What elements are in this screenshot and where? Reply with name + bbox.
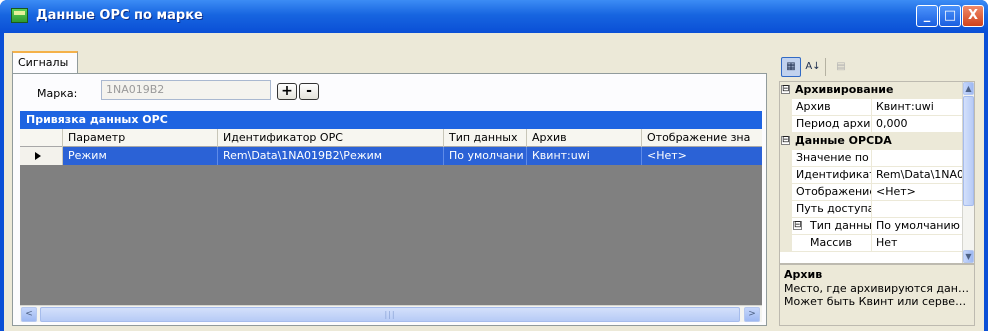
property-name[interactable]: Значение по у [792,150,872,167]
grid-horizontal-scrollbar[interactable]: < ||| > [20,305,762,322]
property-value[interactable]: По умолчанию [873,218,964,235]
property-category[interactable]: ⊟ Архивирование [780,82,964,99]
property-row[interactable]: Период архив 0,000 [780,116,964,133]
column-header-data-type[interactable]: Тип данных [444,129,527,147]
scroll-thumb[interactable]: ||| [40,307,740,322]
row-header-corner [20,129,63,147]
dialog-client-area: Сигналы Марка: 1NA019B2 + - Привязка дан… [4,33,984,331]
property-value[interactable]: Rem\Data\1NA01 [873,167,964,184]
property-grid-toolbar: ▦ A↓ ▤ [779,55,975,79]
scroll-up-button[interactable]: ▲ [963,82,974,95]
cell-parameter[interactable]: Режим [63,147,218,165]
property-value[interactable]: Нет [873,235,964,252]
property-name[interactable]: Путь доступа [792,201,872,218]
cell-archive[interactable]: Квинт:uwi [527,147,642,165]
window-title: Данные ОРС по марке [36,8,203,23]
row-gutter [780,201,792,218]
column-header-archive[interactable]: Архив [527,129,642,147]
minimize-button[interactable]: _ [916,5,938,27]
property-name[interactable]: Отображение [792,184,872,201]
property-row[interactable]: Значение по у [780,150,964,167]
dialog-window: Данные ОРС по марке _ □ X Сигналы Марка:… [0,0,988,331]
property-grid[interactable]: Массив Нет ⊟ Тип данных По умолчанию Путь дос… [779,81,975,264]
app-icon [11,8,28,23]
property-value[interactable] [873,201,964,218]
description-line: Место, где архивируются данные. [784,282,970,295]
cell-opc-id[interactable]: Rem\Data\1NA019B2\Режим [218,147,444,165]
scroll-left-button[interactable]: < [21,307,37,322]
collapse-icon[interactable]: ⊟ [781,85,790,94]
current-row-arrow-icon [20,147,63,165]
column-header-display[interactable]: Отображение зна [642,129,762,147]
property-name[interactable]: Период архив [792,116,872,133]
row-gutter [780,184,792,201]
marka-field[interactable]: 1NA019B2 [101,80,271,100]
property-row[interactable]: ИдентификатоRem\Data\1NA01 [780,167,964,184]
tab-signals[interactable]: Сигналы [12,51,78,73]
property-row[interactable]: Путь доступа [780,201,964,218]
property-row[interactable]: Архив Квинт:uwi [780,99,964,116]
marka-label: Марка: [37,87,78,100]
scroll-down-button[interactable]: ▼ [963,250,974,263]
row-gutter [780,116,792,133]
property-name[interactable]: Массив [792,235,872,252]
property-grid-scrollbar[interactable]: ▲ ▼ [962,82,974,263]
property-value[interactable] [873,150,964,167]
cell-display[interactable]: <Нет> [642,147,762,165]
property-row[interactable]: Массив Нет [780,235,964,252]
alphabetical-sort-icon[interactable]: A↓ [803,57,823,77]
toolbar-separator [825,58,826,76]
scroll-thumb[interactable] [963,96,974,206]
row-gutter [780,167,792,184]
property-row[interactable]: Отображение <Нет> [780,184,964,201]
property-name[interactable]: Тип данных [792,218,872,235]
collapse-icon[interactable]: ⊟ [793,221,802,230]
remove-button[interactable]: - [299,83,319,100]
column-header-parameter[interactable]: Параметр [63,129,218,147]
row-gutter [780,99,792,116]
signals-tab-page: Марка: 1NA019B2 + - Привязка данных ОРС … [12,73,767,326]
collapse-icon[interactable]: ⊟ [781,136,790,145]
category-label: Архивирование [795,83,894,96]
description-line: Может быть Квинт или сервер ОР... [784,295,970,308]
row-gutter [780,150,792,167]
title-bar[interactable]: Данные ОРС по марке _ □ X [0,0,988,33]
grid-header: Параметр Идентификатор ОРС Тип данных Ар… [20,129,762,147]
property-name[interactable]: Идентификато [792,167,872,184]
property-value[interactable]: Квинт:uwi [873,99,964,116]
property-row[interactable]: ⊟ Тип данных По умолчанию [780,218,964,235]
property-category[interactable]: ⊟ Данные OPCDA [780,133,964,150]
property-pages-icon: ▤ [836,61,846,72]
row-gutter [780,235,792,252]
grid-empty-area [20,165,762,305]
table-row[interactable]: Режим Rem\Data\1NA019B2\Режим По умолчан… [20,147,762,165]
row-gutter [780,218,792,235]
property-value[interactable]: <Нет> [873,184,964,201]
scroll-right-button[interactable]: > [744,307,760,322]
grid-caption: Привязка данных ОРС [20,111,762,129]
description-title: Архив [784,268,823,281]
cell-data-type[interactable]: По умолчани [444,147,527,165]
category-label: Данные OPCDA [795,134,892,147]
property-description-panel: Архив Место, где архивируются данные. Мо… [779,264,975,326]
add-button[interactable]: + [277,83,297,100]
maximize-button[interactable]: □ [939,5,961,27]
close-button[interactable]: X [962,5,984,27]
column-header-opc-id[interactable]: Идентификатор ОРС [218,129,444,147]
categorized-view-icon[interactable]: ▦ [781,57,801,77]
property-name[interactable]: Архив [792,99,872,116]
property-value[interactable]: 0,000 [873,116,964,133]
